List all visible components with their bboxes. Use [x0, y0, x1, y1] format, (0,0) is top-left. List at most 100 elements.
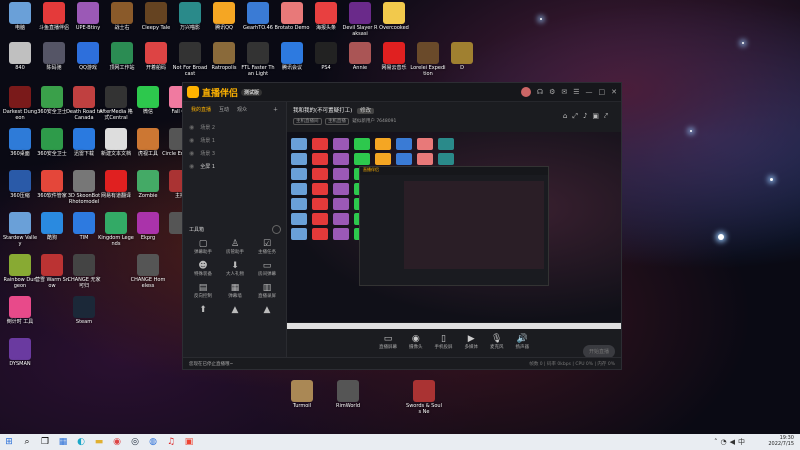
desktop-icon[interactable]: 360压缩: [2, 170, 38, 199]
scene-item[interactable]: ◉ 场景 3: [189, 147, 280, 160]
desktop-icon[interactable]: 360安全卫士: [34, 86, 70, 115]
desktop-icon[interactable]: QQ游戏: [70, 42, 106, 71]
desktop-icon[interactable]: Darkest Dungeon: [2, 86, 38, 121]
tool-item[interactable]: ▤ 反向控制: [187, 283, 219, 299]
desktop-icon[interactable]: 腾讯会议: [274, 42, 310, 71]
desktop-icon[interactable]: 3D SkoonBot Rhotomodel: [66, 170, 102, 205]
tool-item[interactable]: ⬆: [187, 305, 219, 315]
desktop-icon[interactable]: 360软件管家: [34, 170, 70, 199]
mail-icon[interactable]: ✉: [561, 88, 567, 96]
edit-title-button[interactable]: 修改: [357, 108, 375, 114]
headset-icon[interactable]: ☊: [537, 88, 543, 96]
desktop-icon[interactable]: 万兴喵影: [172, 2, 208, 31]
desktop-icon[interactable]: Kingdom Legends: [98, 212, 134, 247]
eye-icon[interactable]: ◉: [189, 137, 194, 144]
desktop-icon[interactable]: FTL Faster Than Light: [240, 42, 276, 77]
desktop-icon[interactable]: Steam: [66, 296, 102, 325]
steam-icon[interactable]: ◎: [126, 435, 144, 449]
maximize-icon[interactable]: □: [599, 88, 606, 96]
desktop-icon[interactable]: 倒计时 工具: [2, 296, 38, 325]
desktop-icon[interactable]: 网易有道翻译: [98, 170, 134, 199]
desktop-icon[interactable]: TIM: [66, 212, 102, 241]
network-icon[interactable]: ◔: [721, 438, 730, 446]
desktop-icon[interactable]: PS4: [308, 42, 344, 71]
add-icon[interactable]: ＋: [273, 106, 278, 113]
lock-icon[interactable]: ▣: [592, 112, 604, 120]
tool-item[interactable]: ▥ 直播录屏: [251, 283, 283, 299]
tool-item[interactable]: ▲: [219, 305, 251, 315]
tool-item[interactable]: ☑ 主播任务: [251, 239, 283, 255]
desktop-icon[interactable]: Turmoil: [284, 380, 320, 409]
desktop-icon[interactable]: Brotato Demo: [274, 2, 310, 31]
app-icon[interactable]: ▣: [180, 435, 198, 449]
tab-audience[interactable]: 观众: [237, 106, 247, 113]
desktop-icon[interactable]: Swords & Souls Ne: [406, 380, 442, 415]
desktop-icon[interactable]: 陈码驰: [36, 42, 72, 71]
edge-icon[interactable]: ◐: [72, 435, 90, 449]
desktop-icon[interactable]: 斗鱼直播伴侣: [36, 2, 72, 31]
desktop-icon[interactable]: 虎视工具: [130, 128, 166, 157]
share-icon[interactable]: ⤢: [572, 112, 583, 120]
minimize-icon[interactable]: —: [586, 88, 593, 96]
eye-icon[interactable]: ◉: [189, 163, 194, 170]
tool-item[interactable]: ▦ 弹幕墙: [219, 283, 251, 299]
chrome-icon[interactable]: ◉: [108, 435, 126, 449]
menu-icon[interactable]: ☰: [573, 88, 579, 96]
explorer-icon[interactable]: ◍: [144, 435, 162, 449]
eye-icon[interactable]: ◉: [189, 124, 194, 131]
desktop-icon[interactable]: 电脑: [2, 2, 38, 31]
scene-item[interactable]: ◉ 全屏 1: [189, 160, 280, 173]
tab-interaction[interactable]: 互动: [219, 106, 229, 113]
desktop-icon[interactable]: 360桌面: [2, 128, 38, 157]
gift-icon[interactable]: ⌂: [563, 112, 572, 120]
desktop-icon[interactable]: 营雪 Warm Snow: [34, 254, 70, 289]
desktop-icon[interactable]: RimWorld: [330, 380, 366, 409]
desktop-icon[interactable]: AfterMedia 格式Central: [98, 86, 134, 121]
files-icon[interactable]: ▬: [90, 435, 108, 449]
start-icon[interactable]: ⊞: [0, 435, 18, 449]
desktop-icon[interactable]: CHANGE Homeless: [130, 254, 166, 289]
search-icon[interactable]: ⌕: [18, 437, 36, 447]
tool-item[interactable]: ▲: [251, 305, 283, 315]
music-icon[interactable]: ♫: [162, 435, 180, 449]
desktop-icon[interactable]: 网易云音乐: [376, 42, 412, 71]
desktop-icon[interactable]: Death Road to Canada: [66, 86, 102, 121]
link-icon[interactable]: ⤤: [604, 112, 613, 120]
tool-item[interactable]: ▢ 弹幕助手: [187, 239, 219, 255]
desktop-icon[interactable]: 360安全卫士: [34, 128, 70, 157]
desktop-icon[interactable]: UPE-Btiny: [70, 2, 106, 31]
desktop-icon[interactable]: 酷狗: [34, 212, 70, 241]
tool-item[interactable]: ▭ 房间弹幕: [251, 261, 283, 277]
desktop-icon[interactable]: 开着船码: [138, 42, 174, 71]
desktop-icon[interactable]: 新建文本文档: [98, 128, 134, 157]
desktop-icon[interactable]: Zombie: [130, 170, 166, 199]
stream-preview[interactable]: 直播伴侣: [287, 132, 621, 322]
desktop-icon[interactable]: GearhTO.46: [240, 2, 276, 31]
tool-item[interactable]: ♙ 房管助手: [219, 239, 251, 255]
desktop-icon[interactable]: 迅雷下载: [66, 128, 102, 157]
desktop-icon[interactable]: DYSMAN: [2, 338, 38, 367]
scene-item[interactable]: ◉ 场景 1: [189, 134, 280, 147]
bell-icon[interactable]: ♪: [583, 112, 592, 120]
eye-icon[interactable]: ◉: [189, 150, 194, 157]
desktop-icon[interactable]: Stardew Valley: [2, 212, 38, 247]
clock[interactable]: 19:30 2022/7/15: [768, 435, 794, 447]
desktop-icon[interactable]: 海报头条: [308, 2, 344, 31]
desktop-icon[interactable]: Not For Broadcast: [172, 42, 208, 77]
desktop-icon[interactable]: Lorelei Expedition: [410, 42, 446, 77]
desktop-icon[interactable]: D: [444, 42, 480, 71]
desktop-icon[interactable]: Ekprg: [130, 212, 166, 241]
desktop-icon[interactable]: Ratropolis: [206, 42, 242, 71]
desktop-icon[interactable]: Devil Slayer Raksasi: [342, 2, 378, 37]
toolbox-toggle-icon[interactable]: [272, 225, 281, 234]
desktop-icon[interactable]: 微信: [130, 86, 166, 115]
store-icon[interactable]: ▦: [54, 435, 72, 449]
avatar[interactable]: [520, 87, 531, 97]
close-icon[interactable]: ✕: [611, 88, 617, 96]
task-view-icon[interactable]: ❐: [36, 435, 54, 449]
ime-icon[interactable]: 中: [738, 438, 748, 446]
tool-item[interactable]: ⬇ 大人礼物: [219, 261, 251, 277]
scene-item[interactable]: ◉ 场景 2: [189, 121, 280, 134]
desktop-icon[interactable]: 顶网工作站: [104, 42, 140, 71]
desktop-icon[interactable]: Annie: [342, 42, 378, 71]
